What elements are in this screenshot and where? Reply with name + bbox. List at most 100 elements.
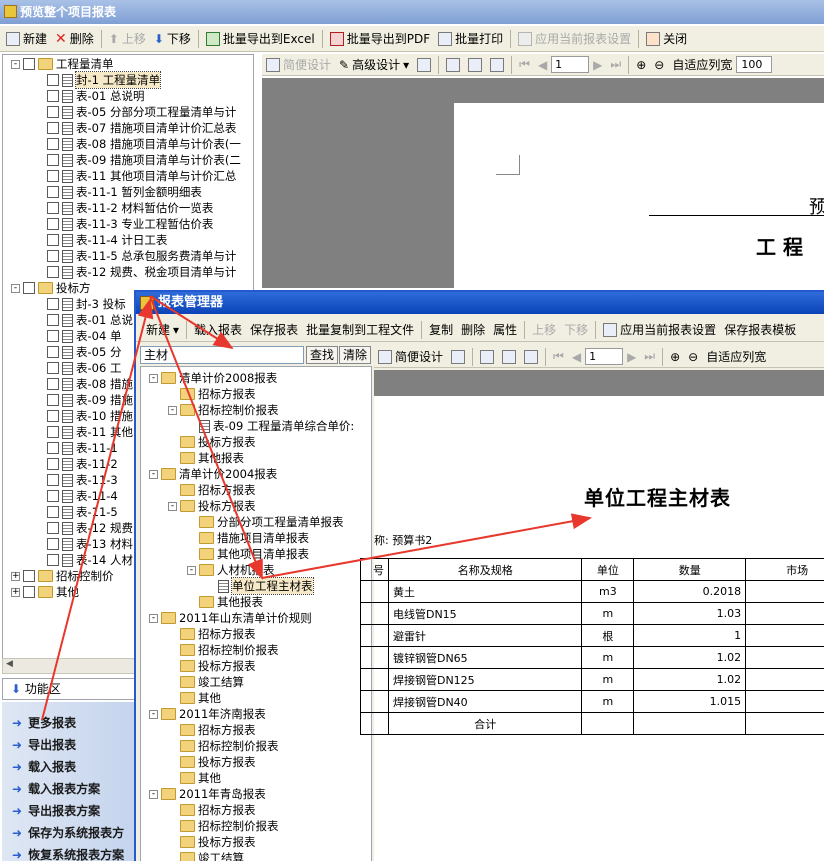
dialog-delete-button[interactable]: 删除 xyxy=(457,320,489,340)
tree-folder[interactable]: - 2011年济南报表 xyxy=(141,706,371,722)
tree-item-report[interactable]: 表-07 措施项目清单计价汇总表 xyxy=(3,120,253,136)
checkbox[interactable] xyxy=(47,506,59,518)
checkbox[interactable] xyxy=(47,330,59,342)
delete-button[interactable]: ✕ 删除 xyxy=(51,29,98,49)
batch-copy-button[interactable]: 批量复制到工程文件 xyxy=(302,320,418,340)
tree-folder[interactable]: 措施项目清单报表 xyxy=(141,530,371,546)
function-item[interactable]: ➜ 导出报表方案 xyxy=(2,800,136,822)
checkbox[interactable] xyxy=(47,122,59,134)
dialog-last-page-button[interactable]: ⏭ xyxy=(640,347,659,367)
tree-folder[interactable]: 招标控制价报表 xyxy=(141,738,371,754)
dialog-next-page-button[interactable]: ▶ xyxy=(623,347,640,367)
tree-item-report[interactable]: 表-08 措施项目清单与计价表(一 xyxy=(3,136,253,152)
zoom-in-button[interactable]: ⊕ xyxy=(632,55,650,75)
batch-print-button[interactable]: 批量打印 xyxy=(434,29,507,49)
tree-item-report[interactable]: 表-09 工程量清单综合单价: xyxy=(141,418,371,434)
checkbox[interactable] xyxy=(47,458,59,470)
tree-folder[interactable]: 招标方报表 xyxy=(141,626,371,642)
checkbox[interactable] xyxy=(23,586,35,598)
tree-folder[interactable]: 招标方报表 xyxy=(141,722,371,738)
tree-folder[interactable]: 招标方报表 xyxy=(141,386,371,402)
dialog-zoom-in-button[interactable]: ⊕ xyxy=(666,347,684,367)
dialog-multi-page-button[interactable] xyxy=(520,347,542,367)
tree-item-report[interactable]: 表-11 其他项目清单与计价汇总 xyxy=(3,168,253,184)
zoom-out-button[interactable]: ⊖ xyxy=(650,55,668,75)
tree-folder[interactable]: 分部分项工程量清单报表 xyxy=(141,514,371,530)
tree-folder[interactable]: 其他项目清单报表 xyxy=(141,546,371,562)
tree-folder[interactable]: - 2011年青岛报表 xyxy=(141,786,371,802)
checkbox[interactable] xyxy=(47,266,59,278)
expand-toggle-icon[interactable]: - xyxy=(149,373,158,383)
expand-toggle-icon[interactable]: - xyxy=(149,789,158,799)
move-up-button[interactable]: ⬆ 上移 xyxy=(105,29,150,49)
dialog-first-page-button[interactable]: ⏮ xyxy=(549,347,568,367)
last-page-button[interactable]: ⏭ xyxy=(606,55,625,75)
expand-toggle-icon[interactable]: - xyxy=(11,283,20,293)
copy-button[interactable]: 复制 xyxy=(425,320,457,340)
clear-button[interactable]: 清除 xyxy=(339,346,371,364)
tree-group-1[interactable]: - 工程量清单 xyxy=(3,56,253,72)
dialog-new-button[interactable]: 新建 ▾ xyxy=(142,320,183,340)
expand-toggle-icon[interactable]: - xyxy=(168,501,177,511)
checkbox[interactable] xyxy=(47,250,59,262)
checkbox[interactable] xyxy=(47,346,59,358)
tree-folder[interactable]: 招标方报表 xyxy=(141,802,371,818)
checkbox[interactable] xyxy=(47,170,59,182)
checkbox[interactable] xyxy=(47,538,59,550)
tree-item-report[interactable]: 表-05 分部分项工程量清单与计 xyxy=(3,104,253,120)
dialog-two-page-button[interactable] xyxy=(498,347,520,367)
function-item[interactable]: ➜ 载入报表方案 xyxy=(2,778,136,800)
checkbox[interactable] xyxy=(47,426,59,438)
tree-item-report[interactable]: 表-11-5 总承包服务费清单与计 xyxy=(3,248,253,264)
checkbox[interactable] xyxy=(23,570,35,582)
checkbox[interactable] xyxy=(47,74,59,86)
dialog-move-down-button[interactable]: 下移 xyxy=(560,320,592,340)
checkbox[interactable] xyxy=(47,218,59,230)
tree-item-report[interactable]: 表-11-1 暂列金额明细表 xyxy=(3,184,253,200)
zoom-level-input[interactable]: 100 xyxy=(736,56,773,73)
checkbox[interactable] xyxy=(47,186,59,198)
checkbox[interactable] xyxy=(23,58,35,70)
properties-button[interactable]: 属性 xyxy=(489,320,521,340)
tree-folder[interactable]: 投标方报表 xyxy=(141,834,371,850)
checkbox[interactable] xyxy=(47,554,59,566)
checkbox[interactable] xyxy=(47,522,59,534)
tree-item-report[interactable]: 表-12 规费、税金项目清单与计 xyxy=(3,264,253,280)
tree-item-report[interactable]: 表-11-3 专业工程暂估价表 xyxy=(3,216,253,232)
checkbox[interactable] xyxy=(47,138,59,150)
tree-folder[interactable]: - 2011年山东清单计价规则 xyxy=(141,610,371,626)
checkbox[interactable] xyxy=(23,282,35,294)
dialog-print-button[interactable] xyxy=(447,347,469,367)
expand-toggle-icon[interactable]: - xyxy=(11,59,20,69)
prev-page-button[interactable]: ◀ xyxy=(534,55,551,75)
close-button[interactable]: 关闭 xyxy=(642,29,691,49)
first-page-button[interactable]: ⏮ xyxy=(515,55,534,75)
tree-folder[interactable]: 投标方报表 xyxy=(141,434,371,450)
checkbox[interactable] xyxy=(47,410,59,422)
checkbox[interactable] xyxy=(47,154,59,166)
tree-folder[interactable]: 竣工结算 xyxy=(141,850,371,861)
fit-width-button[interactable]: 自适应列宽 xyxy=(668,55,736,75)
next-page-button[interactable]: ▶ xyxy=(589,55,606,75)
checkbox[interactable] xyxy=(47,234,59,246)
tree-folder[interactable]: 竣工结算 xyxy=(141,674,371,690)
single-page-button[interactable] xyxy=(442,55,464,75)
checkbox[interactable] xyxy=(47,202,59,214)
checkbox[interactable] xyxy=(47,90,59,102)
checkbox[interactable] xyxy=(47,106,59,118)
tree-folder[interactable]: 其他报表 xyxy=(141,450,371,466)
tree-folder[interactable]: - 招标控制价报表 xyxy=(141,402,371,418)
expand-toggle-icon[interactable]: - xyxy=(149,613,158,623)
load-report-button[interactable]: 载入报表 xyxy=(190,320,246,340)
tree-folder[interactable]: - 投标方报表 xyxy=(141,498,371,514)
tree-item-report[interactable]: 表-11-2 材料暂估价一览表 xyxy=(3,200,253,216)
dialog-move-up-button[interactable]: 上移 xyxy=(528,320,560,340)
function-item[interactable]: ➜ 导出报表 xyxy=(2,734,136,756)
dialog-prev-page-button[interactable]: ◀ xyxy=(568,347,585,367)
expand-toggle-icon[interactable]: + xyxy=(11,587,20,597)
function-item[interactable]: ➜ 保存为系统报表方 xyxy=(2,822,136,844)
save-report-button[interactable]: 保存报表 xyxy=(246,320,302,340)
tree-folder[interactable]: 投标方报表 xyxy=(141,754,371,770)
tree-item-report[interactable]: 表-01 总说明 xyxy=(3,88,253,104)
apply-settings-button[interactable]: 应用当前报表设置 xyxy=(514,29,635,49)
